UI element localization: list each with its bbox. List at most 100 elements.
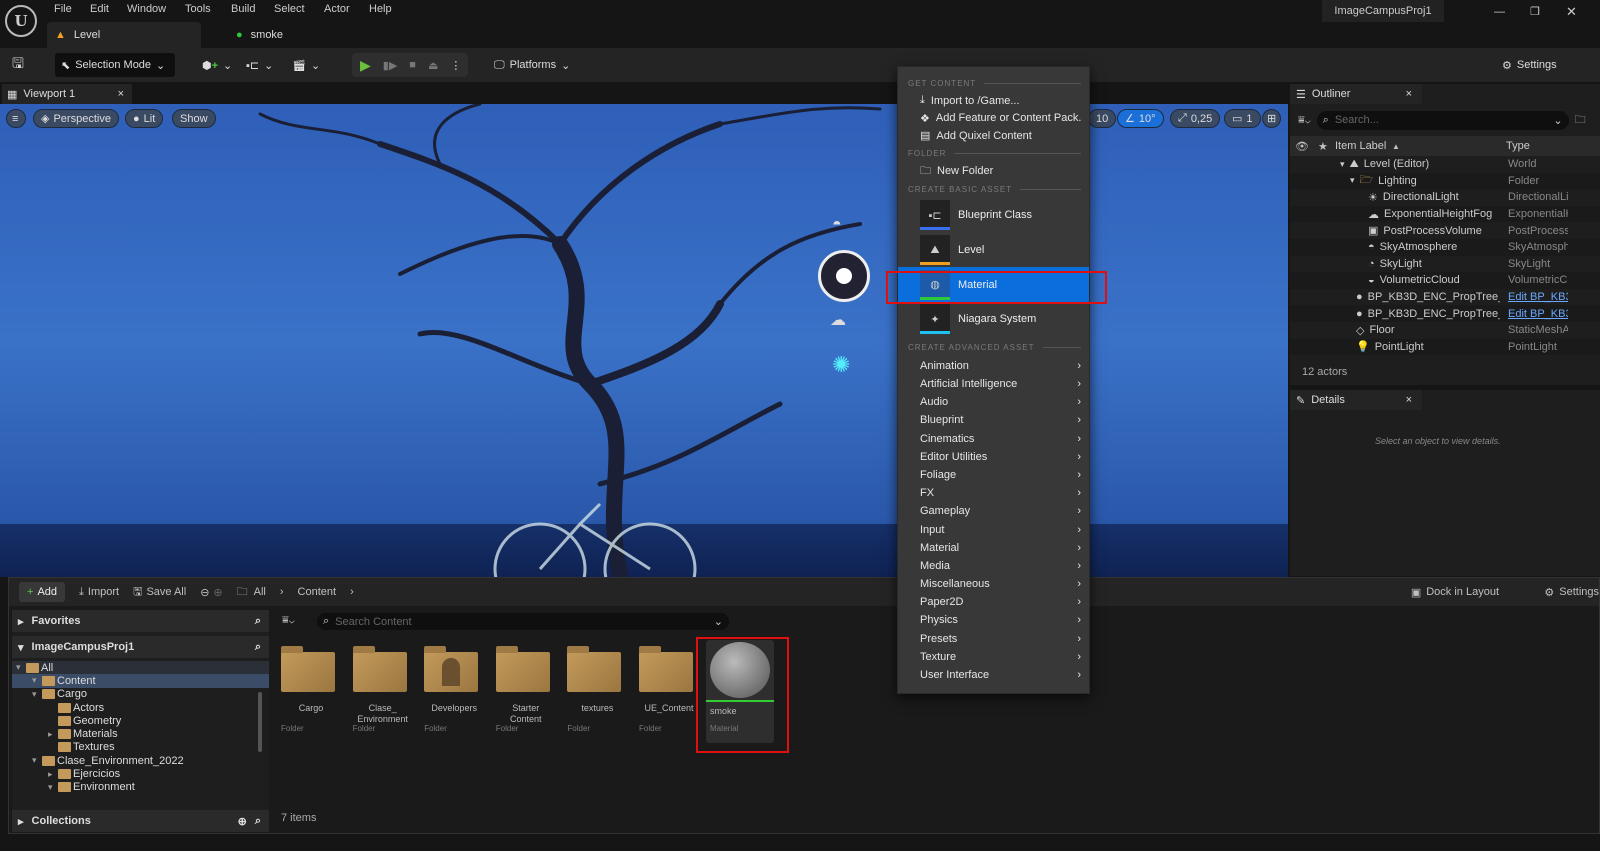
breadcrumb-content[interactable]: Content — [298, 586, 337, 598]
menu-actor[interactable]: Actor — [324, 3, 350, 15]
tree-item[interactable]: Actors — [12, 701, 269, 714]
add-actor-button[interactable]: ⬢+ ⌄ — [202, 53, 232, 77]
level-viewport[interactable]: ☁ ◓ ✺ — [0, 104, 1288, 577]
asset-folder[interactable]: UE_Content Folder — [639, 640, 699, 733]
light-gizmo-icon[interactable] — [818, 250, 870, 302]
breadcrumb-all[interactable]: All — [254, 586, 266, 598]
content-search-input[interactable]: ⌕ Search Content ⌄ — [317, 613, 729, 630]
menu-advanced-item[interactable]: Physics › — [898, 611, 1089, 629]
menu-advanced-item[interactable]: Texture › — [898, 648, 1089, 666]
visibility-icon[interactable]: 👁︎ — [1295, 140, 1309, 153]
outliner-row[interactable]: ◇ Floor StaticMeshA — [1290, 322, 1600, 339]
stop-icon[interactable]: ■ — [409, 59, 416, 71]
menu-advanced-item[interactable]: Blueprint › — [898, 411, 1089, 429]
more-icon[interactable]: ⋮ — [450, 59, 461, 72]
menu-import[interactable]: ⤓ Import to /Game... — [898, 92, 1089, 110]
asset-folder[interactable]: Starter Content Folder — [495, 640, 556, 733]
expand-icon[interactable]: ▸ — [48, 769, 58, 780]
close-icon[interactable]: × — [1406, 394, 1412, 406]
collections-section[interactable]: ▸ Collections ⊕ ⌕ — [12, 810, 269, 832]
content-settings-button[interactable]: ⚙ Settings — [1544, 586, 1599, 599]
camera-speed-button[interactable]: ▭ 1 — [1224, 109, 1261, 128]
eject-icon[interactable]: ⏏ — [428, 59, 438, 72]
search-icon[interactable]: ⌕ — [255, 641, 261, 654]
outliner-row[interactable]: ◓ SkyAtmosphere SkyAtmosph — [1290, 238, 1600, 256]
star-icon[interactable]: ★ — [1318, 140, 1328, 153]
search-icon[interactable]: ⌕ — [255, 615, 261, 628]
menu-new-folder[interactable]: 🗀 New Folder — [898, 163, 1089, 181]
tree-item[interactable]: ▸ Materials — [12, 727, 269, 740]
outliner-row[interactable]: ▾ 🗁 Lighting Folder — [1290, 172, 1600, 190]
menu-advanced-item[interactable]: User Interface › — [898, 666, 1089, 684]
menu-advanced-item[interactable]: Media › — [898, 557, 1089, 575]
menu-advanced-item[interactable]: Presets › — [898, 630, 1089, 648]
project-section[interactable]: ▾ ImageCampusProj1 ⌕ — [12, 636, 269, 658]
platforms-button[interactable]: 🖵 Platforms ⌄ — [494, 53, 570, 77]
menu-select[interactable]: Select — [274, 3, 305, 15]
play-icon[interactable]: ▶ — [360, 57, 371, 74]
outliner-row[interactable]: ▾ ⛰ Level (Editor) World — [1290, 156, 1600, 173]
maximize-button[interactable]: ❐ — [1530, 5, 1540, 18]
grid-snap-button[interactable]: 10 — [1088, 109, 1117, 128]
menu-help[interactable]: Help — [369, 3, 392, 15]
outliner-row[interactable]: ☀ DirectionalLight DirectionalLi — [1290, 189, 1600, 206]
menu-file[interactable]: File — [54, 3, 72, 15]
menu-advanced-item[interactable]: FX › — [898, 484, 1089, 502]
content-filter-button[interactable]: ⩸⌄ — [282, 614, 295, 627]
outliner-row[interactable]: 💡 PointLight PointLight — [1290, 338, 1600, 356]
add-button[interactable]: + Add — [19, 582, 66, 602]
expand-icon[interactable]: ▸ — [48, 729, 58, 740]
save-all-button[interactable]: 🖫 Save All — [133, 583, 186, 602]
step-icon[interactable]: ▮▶ — [383, 59, 398, 72]
menu-blueprint-class[interactable]: ▪⊏ Blueprint Class — [898, 198, 1089, 233]
scale-snap-button[interactable]: ⤢ 0,25 — [1170, 109, 1221, 128]
expand-icon[interactable]: ▾ — [32, 675, 42, 686]
filter-icon[interactable]: ⩸⌄ — [1298, 114, 1311, 127]
add-folder-icon[interactable]: 🗀 — [1575, 111, 1586, 130]
tab-outliner[interactable]: ☰ Outliner × — [1290, 84, 1422, 104]
menu-level[interactable]: ⛰ Level — [898, 233, 1089, 268]
outliner-row[interactable]: ● BP_KB3D_ENC_PropTree_I Edit BP_KB3 — [1290, 305, 1600, 322]
cinematics-button[interactable]: 🎬︎ ⌄ — [292, 53, 320, 77]
forward-icon[interactable]: ⊕ — [213, 586, 222, 599]
blueprint-button[interactable]: ▪⊏ ⌄ — [246, 53, 273, 77]
tree-item[interactable]: Textures — [12, 741, 269, 754]
menu-build[interactable]: Build — [231, 3, 255, 15]
collapse-icon[interactable]: ▾ — [1350, 175, 1355, 186]
expand-icon[interactable]: ▾ — [32, 755, 42, 766]
menu-advanced-item[interactable]: Foliage › — [898, 466, 1089, 484]
expand-icon[interactable]: ▾ — [16, 662, 26, 673]
tree-item[interactable]: Geometry — [12, 714, 269, 727]
close-icon[interactable]: × — [118, 88, 124, 100]
actor-type[interactable]: Edit BP_KB3 — [1508, 308, 1568, 320]
asset-folder[interactable]: Developers Folder — [424, 640, 484, 733]
menu-advanced-item[interactable]: Material › — [898, 539, 1089, 557]
minimize-button[interactable]: — — [1494, 6, 1505, 18]
asset-folder[interactable]: Cargo Folder — [281, 640, 341, 733]
asset-folder[interactable]: Clase_ Environment Folder — [352, 640, 413, 733]
menu-tools[interactable]: Tools — [185, 3, 211, 15]
menu-add-quixel[interactable]: ▤ Add Quixel Content — [898, 127, 1089, 145]
menu-advanced-item[interactable]: Editor Utilities › — [898, 448, 1089, 466]
tab-details[interactable]: ✎ Details × — [1290, 390, 1422, 410]
tree-item[interactable]: ▾ Clase_Environment_2022 — [12, 754, 269, 767]
dock-in-layout-button[interactable]: ▣ Dock in Layout — [1411, 586, 1499, 599]
menu-advanced-item[interactable]: Audio › — [898, 393, 1089, 411]
tab-level[interactable]: ▲ Level — [47, 22, 201, 48]
perspective-button[interactable]: ◈ Perspective — [33, 109, 119, 128]
actor-type[interactable]: Edit BP_KB3 — [1508, 291, 1568, 303]
menu-advanced-item[interactable]: Miscellaneous › — [898, 575, 1089, 593]
rotation-snap-button[interactable]: ∠ 10° — [1117, 109, 1164, 128]
expand-icon[interactable]: ▾ — [48, 782, 58, 793]
menu-advanced-item[interactable]: Paper2D › — [898, 593, 1089, 611]
import-button[interactable]: ⤓ Import — [79, 586, 119, 599]
outliner-row[interactable]: ▣ PostProcessVolume PostProcess — [1290, 222, 1600, 239]
menu-advanced-item[interactable]: Cinematics › — [898, 430, 1089, 448]
tree-item[interactable]: ▾ All — [12, 661, 269, 675]
viewport-options-button[interactable]: ≡ — [6, 109, 26, 128]
column-item-label[interactable]: Item Label — [1335, 140, 1386, 152]
lit-button[interactable]: ● Lit — [125, 109, 164, 128]
menu-advanced-item[interactable]: Artificial Intelligence › — [898, 375, 1089, 393]
tree-item[interactable]: ▸ Ejercicios — [12, 767, 269, 780]
tree-item[interactable]: ▾ Cargo — [12, 688, 269, 701]
